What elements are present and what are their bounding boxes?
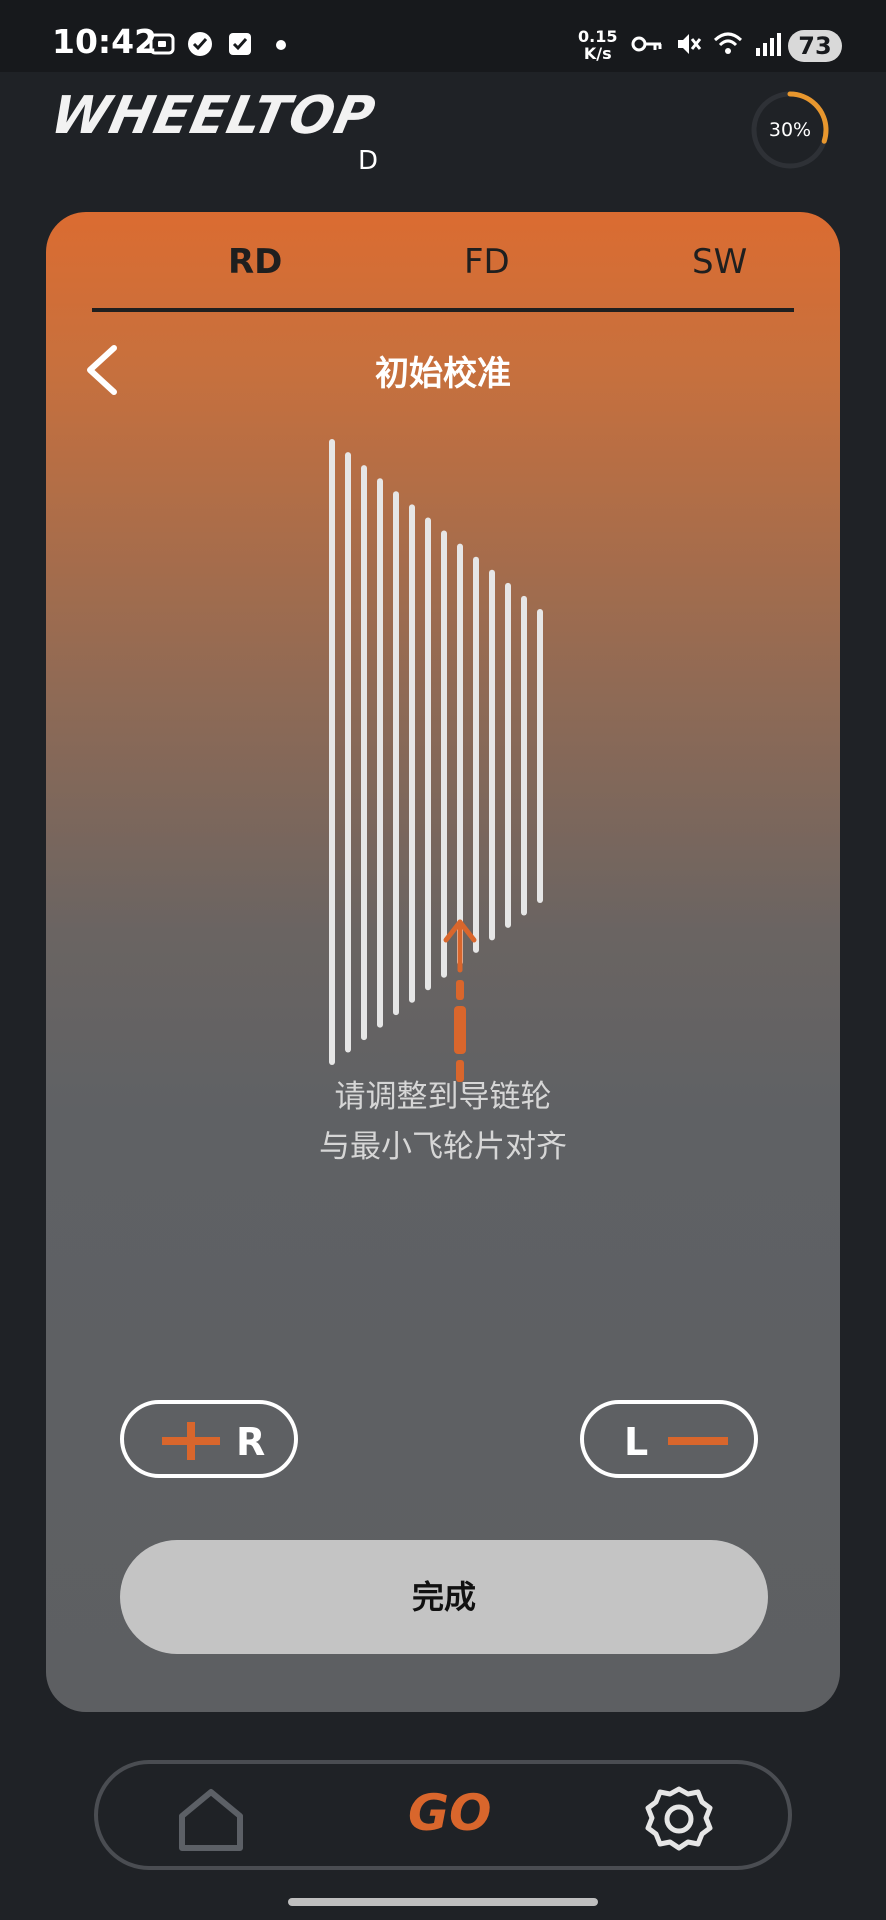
arrow-up-icon [443, 919, 477, 973]
vpn-key-icon [631, 36, 662, 52]
gear-icon [645, 1786, 713, 1851]
minus-l-label: L [624, 1420, 649, 1464]
status-bar: 10:42 0.15 K/s 73 [0, 0, 886, 72]
plus-icon [162, 1422, 220, 1460]
instruction-text: 请调整到导链轮 与最小飞轮片对齐 [46, 1072, 840, 1172]
net-speed-unit: K/s [583, 44, 612, 63]
home-icon [179, 1789, 243, 1851]
minus-l-button[interactable]: L [580, 1400, 758, 1478]
battery-indicator: 73 [788, 30, 842, 62]
instruction-line-2: 与最小飞轮片对齐 [319, 1129, 567, 1165]
calibration-card: RD FD SW 初始校准 请调整到导链轮 与最小飞轮片对齐 R L 完成 [46, 212, 840, 1712]
page-title: 初始校准 [375, 354, 511, 394]
cassette-cogs-icon [329, 439, 543, 1065]
nav-settings-button[interactable] [644, 1784, 714, 1854]
net-speed: 0.15 K/s [578, 28, 617, 62]
logo-subtitle: D [358, 146, 379, 176]
signal-icon [756, 33, 781, 56]
minus-icon [668, 1437, 728, 1445]
progress-percent: 30% [768, 119, 812, 141]
net-speed-value: 0.15 [578, 27, 618, 46]
mute-icon [678, 34, 702, 54]
plus-r-label: R [236, 1420, 266, 1464]
done-button[interactable]: 完成 [120, 1540, 768, 1654]
nav-go-button[interactable]: GO [408, 1784, 492, 1848]
checkbox-notification-icon [229, 33, 251, 55]
brand-logo: WHEELTOP [45, 86, 381, 146]
nav-home-button[interactable] [176, 1784, 246, 1854]
screenshot-icon [149, 33, 175, 55]
tab-sw[interactable]: SW [692, 242, 747, 282]
plus-r-button[interactable]: R [120, 1400, 298, 1478]
notification-dot [276, 40, 286, 50]
app-notification-icon [188, 32, 212, 56]
cassette-illustration [329, 439, 543, 1082]
instruction-line-1: 请调整到导链轮 [334, 1079, 552, 1115]
bottom-nav: GO [94, 1760, 792, 1870]
tab-fd[interactable]: FD [464, 242, 510, 282]
wifi-icon [713, 32, 743, 54]
home-indicator [288, 1898, 598, 1906]
status-time: 10:42 [52, 22, 158, 61]
tab-bar: RD FD SW [92, 212, 794, 312]
tab-rd[interactable]: RD [228, 242, 282, 282]
jockey-wheel-icon [454, 980, 466, 1082]
